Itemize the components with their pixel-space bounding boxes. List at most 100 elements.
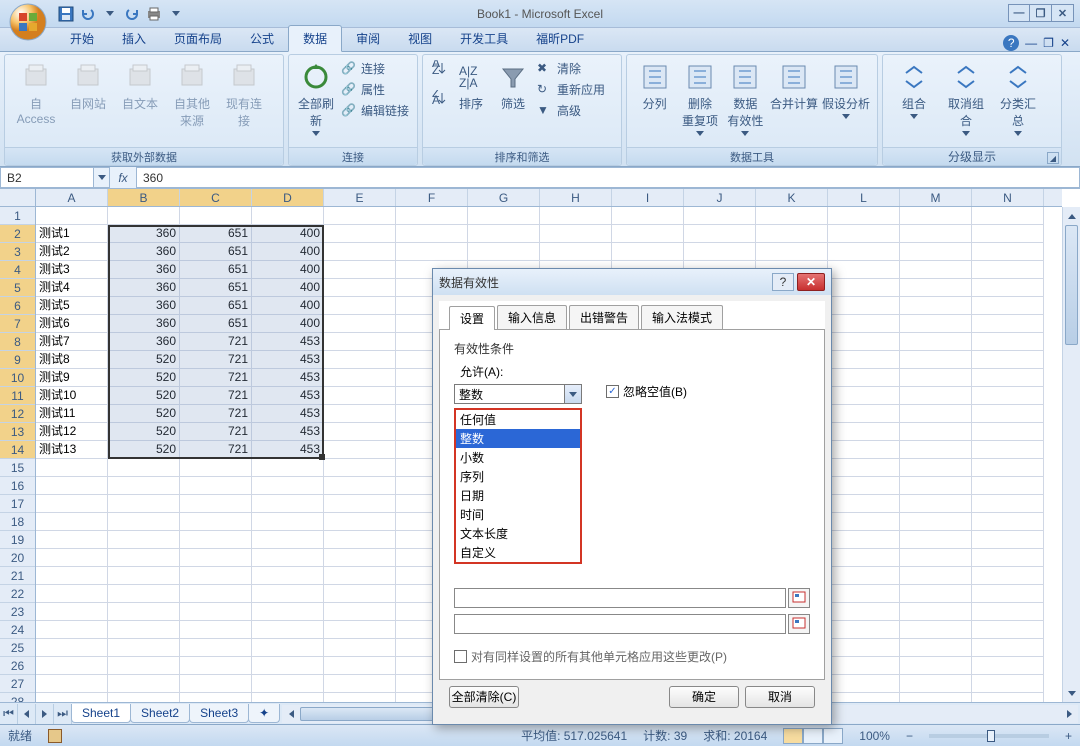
scroll-down-icon[interactable] (1063, 684, 1080, 702)
cell[interactable] (108, 567, 180, 585)
row-header-19[interactable]: 19 (0, 531, 35, 549)
cell[interactable] (972, 675, 1044, 693)
cell[interactable] (108, 603, 180, 621)
cell[interactable] (828, 567, 900, 585)
cell[interactable] (828, 351, 900, 369)
cell[interactable] (900, 675, 972, 693)
next-sheet-button[interactable] (36, 704, 54, 724)
cell[interactable] (612, 243, 684, 261)
col-header-L[interactable]: L (828, 189, 900, 206)
cell[interactable] (972, 351, 1044, 369)
col-header-B[interactable]: B (108, 189, 180, 206)
dialog-tab-出错警告[interactable]: 出错警告 (569, 305, 639, 329)
cell[interactable] (972, 459, 1044, 477)
cell[interactable] (900, 315, 972, 333)
cell[interactable]: 651 (180, 315, 252, 333)
cell[interactable] (324, 603, 396, 621)
zoom-slider[interactable] (929, 734, 1049, 738)
cell[interactable] (180, 459, 252, 477)
cell[interactable] (900, 477, 972, 495)
cell[interactable]: 测试7 (36, 333, 108, 351)
cell[interactable] (972, 639, 1044, 657)
cell[interactable] (972, 657, 1044, 675)
cell[interactable]: 360 (108, 225, 180, 243)
redo-icon[interactable] (122, 4, 142, 24)
normal-view-button[interactable] (783, 728, 803, 744)
cell[interactable] (900, 495, 972, 513)
cell[interactable]: 453 (252, 369, 324, 387)
cell[interactable] (900, 531, 972, 549)
row-header-10[interactable]: 10 (0, 369, 35, 387)
scroll-up-icon[interactable] (1063, 207, 1080, 225)
ok-button[interactable]: 确定 (669, 686, 739, 708)
cell[interactable] (972, 225, 1044, 243)
refresh-all-button[interactable]: 全部刷新 (295, 59, 337, 138)
clear-filter-button[interactable]: ✖清除 (535, 59, 607, 78)
cell[interactable] (900, 279, 972, 297)
cell[interactable]: 453 (252, 333, 324, 351)
cell[interactable]: 400 (252, 225, 324, 243)
qat-dropdown-icon[interactable] (100, 4, 120, 24)
cell[interactable]: 721 (180, 423, 252, 441)
cell[interactable]: 测试3 (36, 261, 108, 279)
cell[interactable] (612, 207, 684, 225)
cell[interactable] (900, 387, 972, 405)
ugrp-button[interactable]: 取消组合 (941, 59, 991, 138)
allow-combobox[interactable]: 整数 (454, 384, 582, 404)
col-header-H[interactable]: H (540, 189, 612, 206)
cell[interactable] (324, 387, 396, 405)
cell[interactable] (972, 315, 1044, 333)
cell[interactable] (900, 567, 972, 585)
exist-button[interactable]: 现有连接 (219, 59, 269, 131)
cell[interactable]: 测试4 (36, 279, 108, 297)
cell[interactable] (828, 243, 900, 261)
cell[interactable] (900, 459, 972, 477)
cell[interactable] (540, 225, 612, 243)
cell[interactable] (828, 639, 900, 657)
row-header-25[interactable]: 25 (0, 639, 35, 657)
cell[interactable]: 453 (252, 387, 324, 405)
cell[interactable] (900, 585, 972, 603)
cell[interactable] (324, 369, 396, 387)
cell[interactable]: 360 (108, 333, 180, 351)
row-header-11[interactable]: 11 (0, 387, 35, 405)
cell[interactable] (108, 585, 180, 603)
cell[interactable] (252, 495, 324, 513)
dialog-close-button[interactable]: ✕ (797, 273, 825, 291)
cell[interactable] (324, 441, 396, 459)
cell[interactable] (180, 639, 252, 657)
cell[interactable] (828, 441, 900, 459)
cell[interactable] (828, 423, 900, 441)
cell[interactable] (180, 477, 252, 495)
filter-button[interactable]: 筛选 (493, 59, 533, 114)
cell[interactable] (324, 693, 396, 702)
cell[interactable] (180, 513, 252, 531)
cell[interactable] (540, 207, 612, 225)
cell[interactable]: 测试5 (36, 297, 108, 315)
cell[interactable] (108, 477, 180, 495)
cell[interactable]: 520 (108, 441, 180, 459)
grp-button[interactable]: 组合 (889, 59, 939, 121)
cell[interactable] (972, 603, 1044, 621)
conn-属性-button[interactable]: 🔗属性 (339, 80, 411, 99)
cell[interactable] (108, 549, 180, 567)
cell[interactable] (108, 639, 180, 657)
cell[interactable]: 360 (108, 261, 180, 279)
cell[interactable]: 651 (180, 279, 252, 297)
scroll-left-icon[interactable] (282, 705, 300, 723)
cell[interactable] (36, 531, 108, 549)
cell[interactable]: 测试6 (36, 315, 108, 333)
cell[interactable]: 453 (252, 405, 324, 423)
ribbon-tab-公式[interactable]: 公式 (236, 26, 288, 51)
cell[interactable] (324, 567, 396, 585)
access-button[interactable]: 自 Access (11, 59, 61, 128)
cell[interactable] (324, 243, 396, 261)
cell[interactable] (828, 477, 900, 495)
cell[interactable]: 测试8 (36, 351, 108, 369)
cell[interactable] (252, 549, 324, 567)
cell[interactable] (36, 639, 108, 657)
cell[interactable]: 测试11 (36, 405, 108, 423)
option-序列[interactable]: 序列 (456, 467, 580, 486)
row-header-4[interactable]: 4 (0, 261, 35, 279)
cell[interactable] (828, 531, 900, 549)
